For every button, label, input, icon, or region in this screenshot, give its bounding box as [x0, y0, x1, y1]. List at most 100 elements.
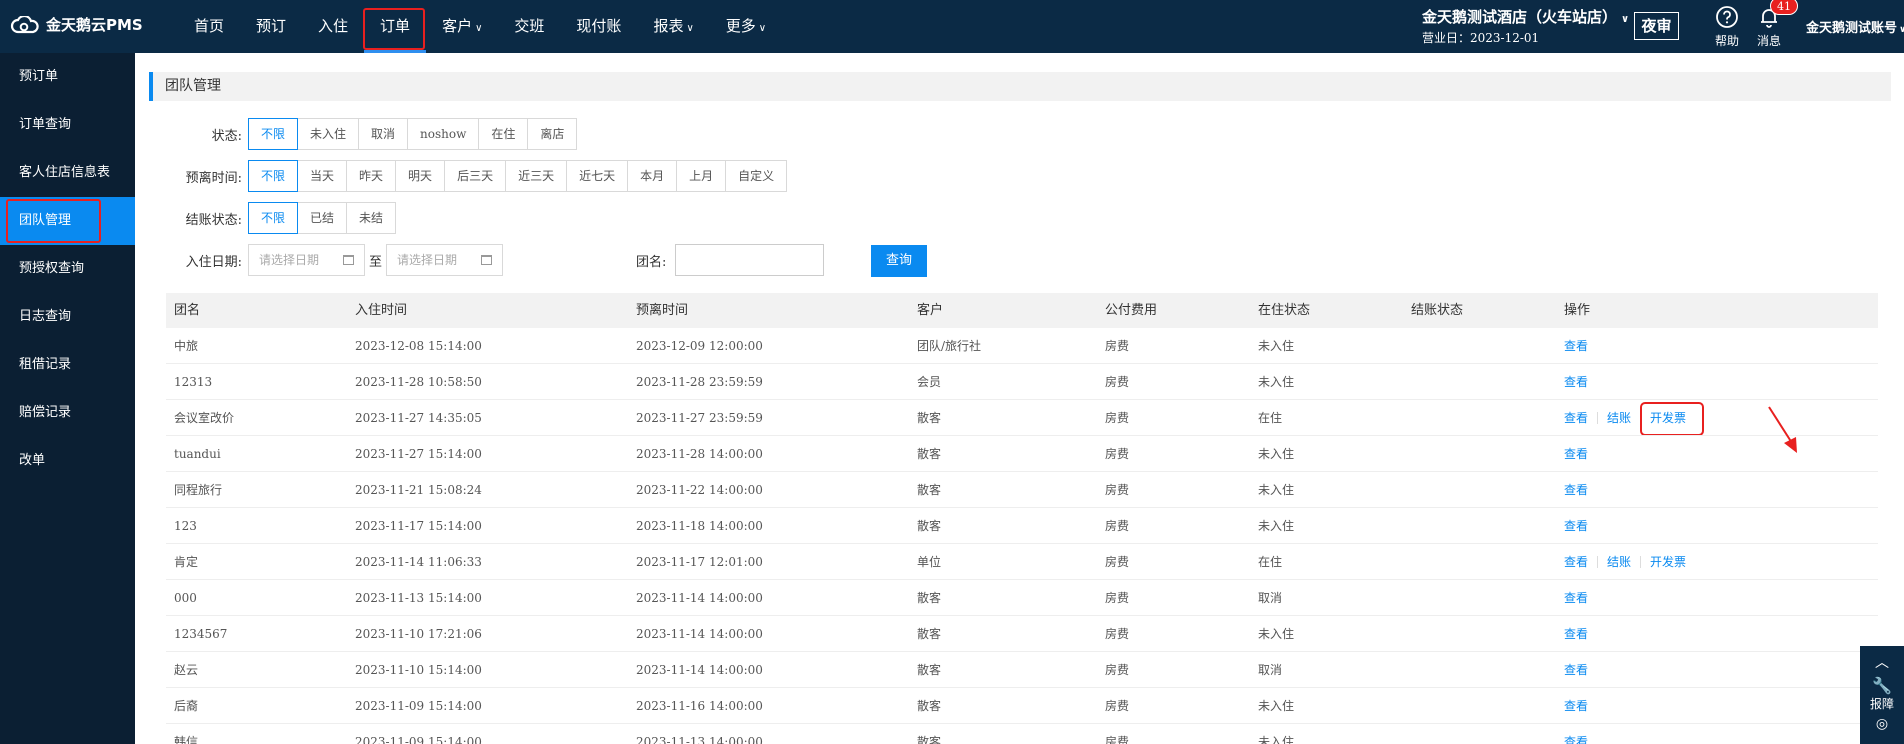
- sidebar-item[interactable]: 预订单: [0, 53, 135, 101]
- table-cell: 2023-11-16 14:00:00: [636, 699, 763, 713]
- filter-option[interactable]: 离店: [527, 118, 578, 150]
- table-cell: 123: [174, 519, 197, 533]
- filter-option[interactable]: 当天: [297, 160, 348, 192]
- query-button[interactable]: 查询: [871, 245, 927, 277]
- nav-item-3[interactable]: 订单: [363, 0, 427, 53]
- nav-item-label: 现付账: [576, 17, 622, 35]
- status-filter-group: 不限 未入住 取消 noshow 在住 离店: [248, 118, 578, 150]
- invoice-link[interactable]: 开发票: [1650, 544, 1686, 579]
- filter-option[interactable]: 在住: [478, 118, 529, 150]
- filter-option[interactable]: 未结: [346, 202, 397, 234]
- view-link[interactable]: 查看: [1564, 472, 1588, 507]
- sidebar-item[interactable]: 租借记录: [0, 341, 135, 389]
- nav-item-1[interactable]: 预订: [240, 0, 302, 53]
- table-cell: 2023-11-10 15:14:00: [355, 663, 482, 677]
- nav-item-2[interactable]: 入住: [302, 0, 364, 53]
- filter-option[interactable]: 不限: [248, 118, 299, 150]
- table-cell: 房费: [1105, 411, 1130, 425]
- divider: [1640, 555, 1642, 568]
- night-audit-button[interactable]: 夜审: [1634, 12, 1679, 40]
- filter-option[interactable]: 不限: [248, 160, 299, 192]
- nav-item-6[interactable]: 现付账: [560, 0, 637, 53]
- account-name: 金天鹅测试账号: [1806, 21, 1898, 36]
- filter-option[interactable]: 昨天: [346, 160, 397, 192]
- filter-option[interactable]: 上月: [676, 160, 727, 192]
- checkin-end-date-input[interactable]: 请选择日期: [386, 244, 504, 276]
- table-cell: 在住: [1258, 555, 1283, 569]
- view-link[interactable]: 查看: [1564, 544, 1588, 579]
- nav-item-7[interactable]: 报表 ∨: [637, 0, 709, 53]
- table-cell: 单位: [917, 555, 942, 569]
- messages-button[interactable]: 41 消息: [1754, 0, 1798, 49]
- help-icon: [1716, 6, 1738, 28]
- nav-item-4[interactable]: 客户 ∨: [426, 0, 498, 53]
- view-link[interactable]: 查看: [1564, 364, 1588, 399]
- table-cell: 000: [174, 591, 197, 605]
- nav-item-0[interactable]: 首页: [178, 0, 240, 53]
- column-header: 入住时间: [355, 303, 408, 318]
- divider: [1597, 411, 1599, 424]
- chevron-up-icon[interactable]: ︿: [1860, 646, 1904, 672]
- account-menu[interactable]: 金天鹅测试账号 ∨: [1806, 17, 1904, 36]
- table-cell: 2023-11-27 14:35:05: [355, 411, 482, 425]
- sidebar-item[interactable]: 日志查询: [0, 293, 135, 341]
- view-link[interactable]: 查看: [1564, 616, 1588, 651]
- team-table: 团名 入住时间 预离时间 客户 公付费用 在住状态 结账状态 操作 中旅 2023-12-08 …: [166, 293, 1878, 744]
- view-link[interactable]: 查看: [1564, 328, 1588, 363]
- report-issue-tool[interactable]: ︿ 🔧 报障 ◎: [1860, 646, 1904, 744]
- sidebar-item[interactable]: 客人住店信息表: [0, 149, 135, 197]
- sidebar-item[interactable]: 团队管理: [0, 197, 135, 245]
- table-cell: 同程旅行: [174, 483, 223, 497]
- table-cell: [1403, 544, 1556, 579]
- filter-option[interactable]: 近三天: [505, 160, 568, 192]
- calendar-icon: [481, 255, 493, 265]
- view-link[interactable]: 查看: [1564, 400, 1588, 435]
- settle-link[interactable]: 结账: [1607, 400, 1631, 435]
- sidebar-item[interactable]: 改单: [0, 437, 135, 485]
- row-actions: 查看: [1556, 724, 1878, 744]
- table-cell: 2023-11-28 10:58:50: [355, 375, 482, 389]
- table-cell: 2023-12-08 15:14:00: [355, 339, 482, 353]
- sidebar-item[interactable]: 赔偿记录: [0, 389, 135, 437]
- view-link[interactable]: 查看: [1564, 436, 1588, 471]
- view-link[interactable]: 查看: [1564, 724, 1588, 744]
- nav-item-8[interactable]: 更多 ∨: [710, 0, 782, 53]
- table-cell: 房费: [1105, 483, 1130, 497]
- sidebar-item[interactable]: 预授权查询: [0, 245, 135, 293]
- table-cell: 2023-11-13 15:14:00: [355, 591, 482, 605]
- main-nav: 首页 预订 入住 订单 客户 ∨ 交班 现付账 报表 ∨ 更多 ∨: [178, 0, 782, 53]
- filter-option[interactable]: 本月: [627, 160, 678, 192]
- hotel-switcher[interactable]: 金天鹅测试酒店（火车站店） ∨ 营业日：2023-12-01: [1422, 6, 1629, 46]
- nav-item-5[interactable]: 交班: [498, 0, 560, 53]
- filter-option[interactable]: 未入住: [297, 118, 360, 150]
- main-content: 团队管理 状态: 不限 未入住 取消 noshow 在住 离店 预离时间: 不限 当天 昨天明…: [135, 53, 1904, 744]
- column-header: 结账状态: [1411, 303, 1464, 318]
- filter-option[interactable]: 自定义: [725, 160, 788, 192]
- view-link[interactable]: 查看: [1564, 508, 1588, 543]
- filter-option[interactable]: 取消: [358, 118, 409, 150]
- view-link[interactable]: 查看: [1564, 652, 1588, 687]
- row-actions: 查看: [1556, 436, 1878, 471]
- chevron-down-icon: ∨: [1899, 25, 1904, 35]
- settle-link[interactable]: 结账: [1607, 544, 1631, 579]
- filter-option[interactable]: 后三天: [444, 160, 507, 192]
- app-logo[interactable]: 金天鹅云PMS: [10, 14, 143, 35]
- filter-option[interactable]: 已结: [297, 202, 348, 234]
- status-filter-row: 状态: 不限 未入住 取消 noshow 在住 离店: [135, 118, 578, 150]
- sidebar-item[interactable]: 订单查询: [0, 101, 135, 149]
- table-cell: 房费: [1105, 339, 1130, 353]
- table-cell: 2023-11-28 14:00:00: [636, 447, 763, 461]
- help-button[interactable]: 帮助: [1712, 5, 1742, 49]
- table-cell: 团队/旅行社: [917, 339, 982, 353]
- table-cell: 1234567: [174, 627, 228, 641]
- checkin-start-date-input[interactable]: 请选择日期: [248, 244, 365, 276]
- filter-option[interactable]: 明天: [395, 160, 446, 192]
- invoice-link[interactable]: 开发票: [1640, 400, 1705, 435]
- filter-option[interactable]: 不限: [248, 202, 299, 234]
- filter-option[interactable]: 近七天: [566, 160, 629, 192]
- table-cell: 12313: [174, 375, 213, 389]
- team-name-input[interactable]: [675, 244, 824, 276]
- filter-option[interactable]: noshow: [407, 118, 480, 150]
- view-link[interactable]: 查看: [1564, 688, 1588, 723]
- view-link[interactable]: 查看: [1564, 580, 1588, 615]
